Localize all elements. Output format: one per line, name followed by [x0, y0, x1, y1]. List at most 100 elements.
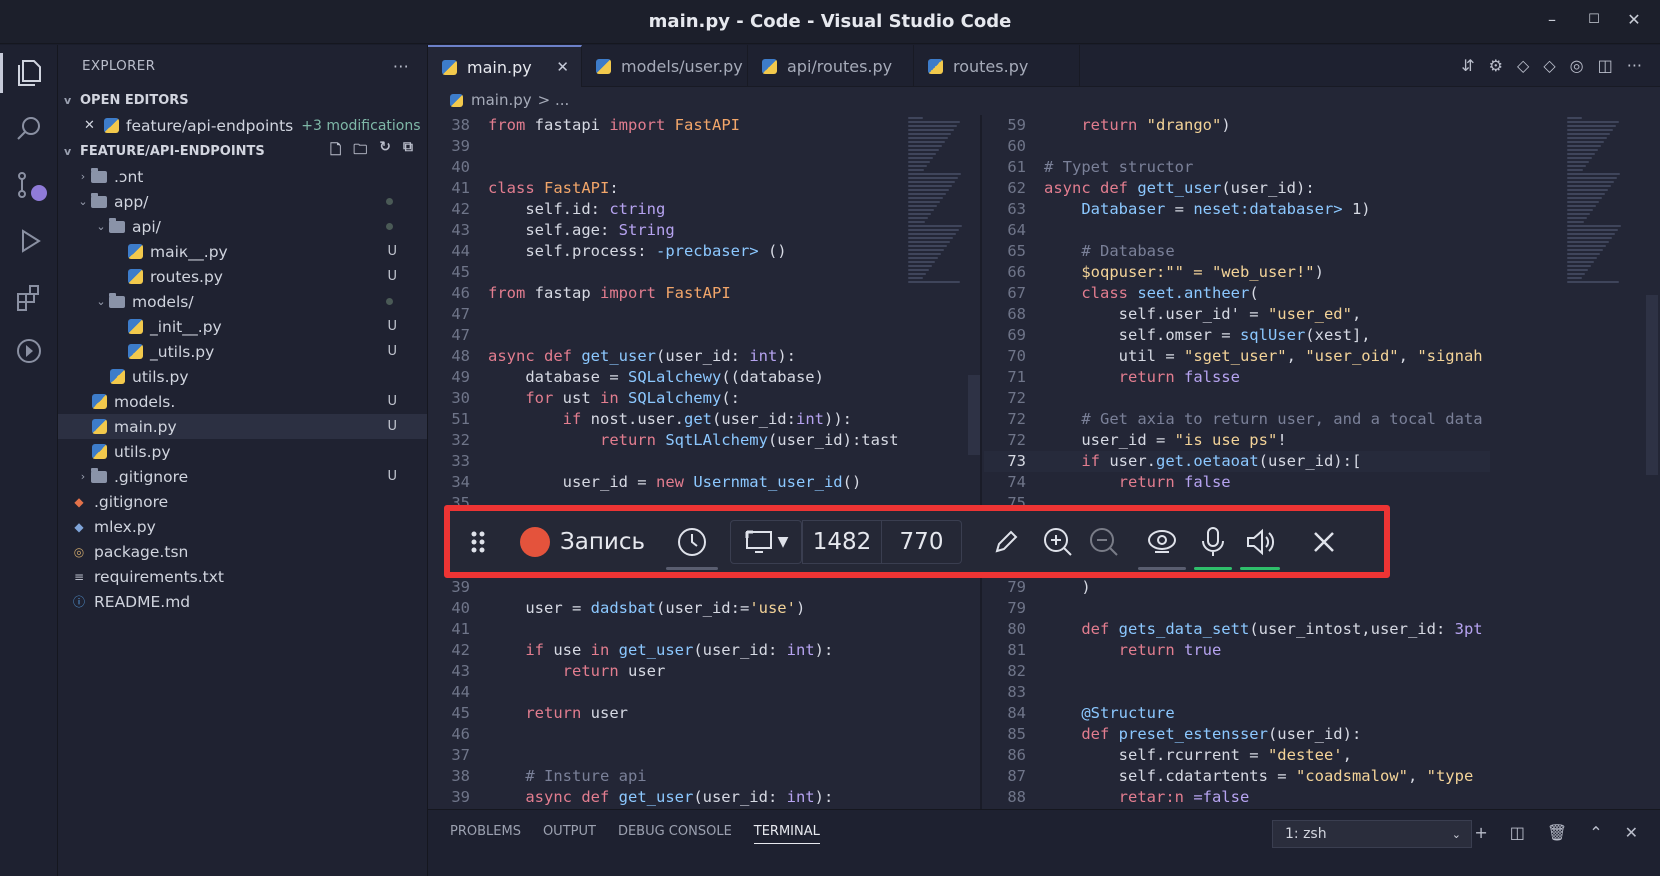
tree-item[interactable]: ⌄ api/	[58, 214, 427, 239]
tree-item[interactable]: routes.py U	[58, 264, 427, 289]
pencil-icon[interactable]	[978, 527, 1034, 557]
height-field[interactable]: 770	[882, 519, 962, 564]
minimap-line	[908, 277, 923, 279]
tree-item[interactable]: _init__.py U	[58, 314, 427, 339]
close-editor-icon[interactable]: ✕	[84, 118, 102, 133]
close-tab-icon[interactable]: ✕	[556, 58, 569, 76]
close-recorder-icon[interactable]	[1294, 529, 1354, 555]
microphone-icon[interactable]	[1190, 526, 1236, 570]
more-actions-icon[interactable]: ···	[393, 57, 409, 76]
tree-item[interactable]: main.py U	[58, 414, 427, 439]
tree-item[interactable]: › .‍ɔnt	[58, 164, 427, 189]
explorer-icon[interactable]	[0, 53, 45, 93]
more-editor-actions-icon[interactable]: ···	[1627, 56, 1642, 75]
open-editors-section[interactable]: v OPEN EDITORS	[58, 87, 427, 113]
split-terminal-icon[interactable]: ◫	[1510, 823, 1525, 842]
minimap-line	[1567, 221, 1584, 223]
editor-tab[interactable]: routes.py	[914, 45, 1080, 87]
compare-icon[interactable]: ⇵	[1461, 56, 1474, 75]
code-token: preset_estensser	[1118, 725, 1268, 743]
zoom-in-icon[interactable]	[1034, 526, 1082, 558]
collapse-all-icon[interactable]: ⧉	[403, 139, 413, 163]
webcam-icon[interactable]	[1134, 526, 1190, 570]
code-text: self.age: String	[488, 220, 674, 241]
terminal-select[interactable]: 1: zsh ⌄	[1272, 820, 1472, 848]
code-token: database =	[488, 368, 628, 386]
run-debug-icon[interactable]	[13, 225, 45, 257]
tree-item[interactable]: ◆ .gitignore	[58, 489, 427, 514]
tree-item[interactable]: utils.py	[58, 364, 427, 389]
tree-item[interactable]: ≡ requirements.txt	[58, 564, 427, 589]
right-code-pane[interactable]: 59 return "drango") 60 61 # Typet structor 6…	[984, 115, 1490, 809]
editor-tab[interactable]: main.py ✕	[428, 45, 582, 87]
globe-icon[interactable]: ◎	[1570, 56, 1584, 75]
tree-item-label: README.md	[94, 592, 191, 611]
timer-icon[interactable]	[662, 526, 722, 570]
tree-item[interactable]: ◆ mlex.py	[58, 514, 427, 539]
minimize-icon[interactable]: –	[1540, 10, 1564, 29]
new-file-icon[interactable]: 🗋	[330, 139, 341, 163]
code-token: SqtLAlchemy	[665, 431, 768, 449]
left-minimap[interactable]	[904, 115, 966, 795]
extensions-icon[interactable]	[13, 281, 45, 313]
editor-tab[interactable]: api/routes.py	[748, 45, 914, 87]
tree-item[interactable]: ⌄ app/	[58, 189, 427, 214]
line-number: 74	[1007, 473, 1026, 491]
source-control-icon[interactable]	[13, 169, 47, 201]
tree-item[interactable]: utils.py	[58, 439, 427, 464]
minimap-line	[1567, 257, 1597, 259]
maximize-icon[interactable]: ☐	[1582, 12, 1606, 27]
screen-area-select[interactable]: ▼	[730, 519, 802, 564]
minimap-line	[1567, 237, 1612, 239]
new-folder-icon[interactable]: 🗀	[353, 139, 367, 163]
tree-item[interactable]: › .gitignore U	[58, 464, 427, 489]
minimap-line	[1567, 153, 1595, 155]
code-token: ,	[1342, 746, 1352, 764]
close-panel-icon[interactable]: ✕	[1625, 823, 1638, 842]
editor-tab[interactable]: models/user.py	[582, 45, 748, 87]
close-window-icon[interactable]: ✕	[1622, 10, 1646, 29]
maximize-panel-icon[interactable]: ⌃	[1589, 823, 1602, 842]
width-field[interactable]: 1482	[802, 519, 882, 564]
right-scrollbar[interactable]	[1646, 295, 1658, 475]
code-line: 63 Databaser = neset:databaser> 1)	[984, 199, 1490, 220]
tree-item[interactable]: maiк__.py U	[58, 239, 427, 264]
folder-section[interactable]: v FEATURE/API-ENDPOINTS 🗋 🗀 ↻ ⧉	[58, 138, 427, 164]
line-number: 32	[451, 431, 470, 449]
trash-icon[interactable]: 🗑	[1547, 823, 1567, 842]
settings-gear-icon[interactable]: ⚙	[1489, 56, 1503, 75]
drag-handle-icon[interactable]	[450, 530, 506, 554]
tree-item[interactable]: ◎ package.tsn	[58, 539, 427, 564]
code-token: FastAPI	[665, 284, 731, 302]
code-line: 46	[428, 724, 898, 745]
new-terminal-icon[interactable]: +	[1474, 823, 1487, 842]
breadcrumb[interactable]: main.py > ...	[428, 87, 1660, 113]
left-scrollbar[interactable]	[968, 375, 980, 455]
code-token: )	[1044, 578, 1091, 596]
refresh-icon[interactable]: ↻	[379, 139, 391, 163]
speaker-icon[interactable]	[1236, 526, 1284, 570]
search-icon[interactable]	[13, 113, 45, 145]
code-line: 42 if use in get_user(user_id: int):	[428, 640, 898, 661]
tree-item[interactable]: ⓘ README.md	[58, 589, 427, 614]
remote-icon[interactable]	[13, 335, 45, 367]
left-code-pane[interactable]: 38 from fastapi import FastAPI 39 40 41 class…	[428, 115, 898, 809]
right-minimap[interactable]	[1563, 115, 1625, 795]
open-editor-item[interactable]: ✕ feature/api-endpoints +3 modifications	[58, 113, 427, 138]
line-number: 72	[1007, 431, 1026, 449]
panel-tab[interactable]: DEBUG CONSOLE	[618, 824, 732, 844]
panel-tab[interactable]: TERMINAL	[753, 824, 820, 844]
code-token: util =	[1044, 347, 1184, 365]
code-token: get	[683, 410, 712, 428]
code-icon[interactable]: ◇	[1517, 56, 1529, 75]
record-button[interactable]: Запись	[506, 526, 646, 557]
panel-tab[interactable]: PROBLEMS	[450, 824, 521, 844]
tree-item[interactable]: models. U	[58, 389, 427, 414]
tree-item[interactable]: _utils.py U	[58, 339, 427, 364]
panel-tab[interactable]: OUTPUT	[543, 824, 596, 844]
split-editor-icon[interactable]: ◫	[1598, 56, 1613, 75]
code-alt-icon[interactable]: ◇	[1543, 56, 1555, 75]
tree-item[interactable]: ⌄ models/	[58, 289, 427, 314]
code-text: user_id = new Usernmat_user_id()	[488, 472, 862, 493]
zoom-out-icon[interactable]	[1082, 526, 1126, 558]
